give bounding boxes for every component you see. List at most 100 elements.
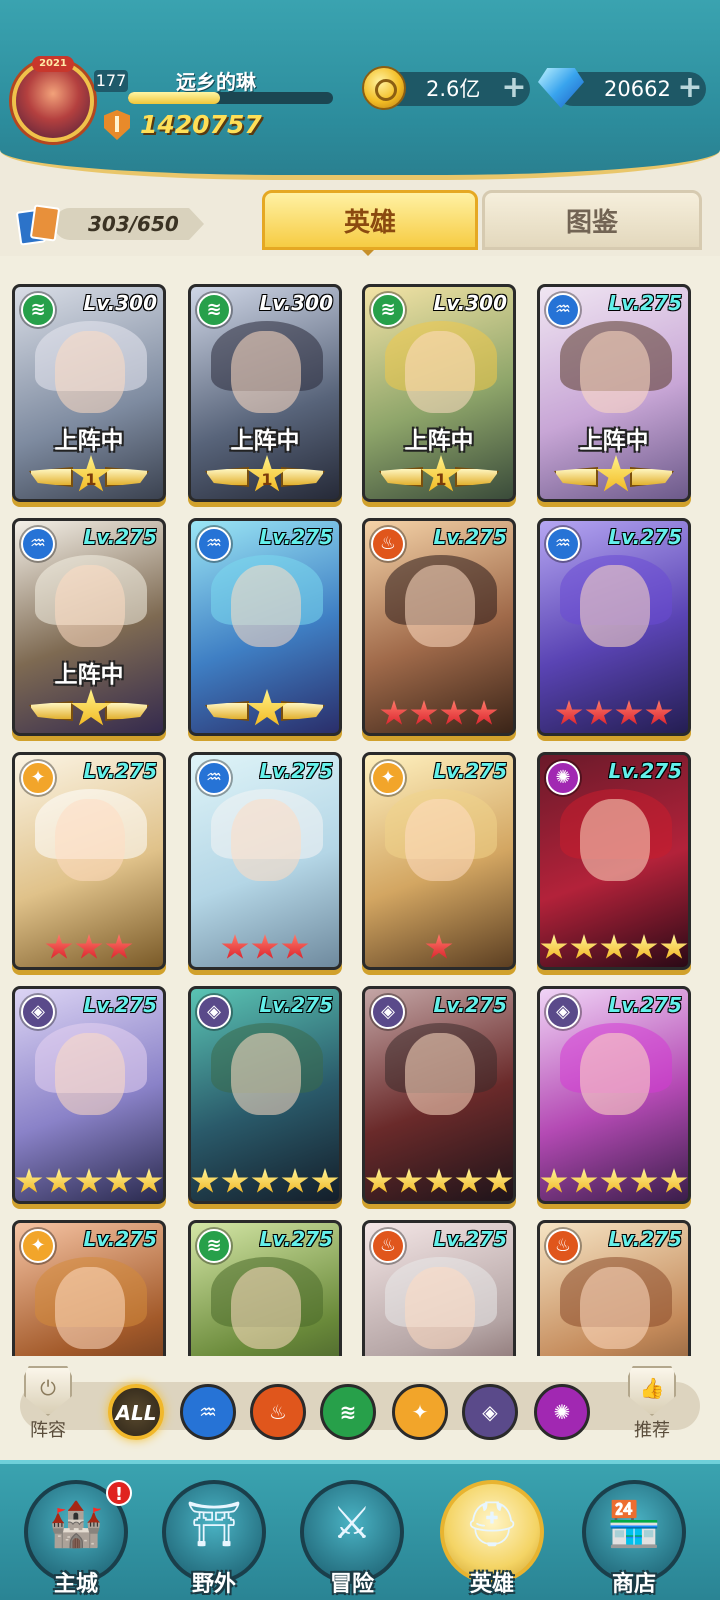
hero-card[interactable]: ◈ Lv.275 [188,986,342,1204]
hero-card[interactable]: ≋ Lv.275 [188,1220,342,1356]
nav-item[interactable]: ⛩ 野外 [152,1480,276,1600]
hero-portrait [580,331,650,413]
combat-power-value: 1420757 [140,110,262,139]
hero-card[interactable]: ♒ Lv.275 [188,518,342,736]
wing-icon [281,701,325,721]
hero-portrait [405,1267,475,1349]
hero-card[interactable]: ≋ Lv.300 上阵中 1 [188,284,342,502]
nav-label: 野外 [191,1572,236,1597]
filter-wind-button[interactable]: ≋ [320,1384,376,1440]
hero-card[interactable]: ♒ Lv.275 上阵中 [12,518,166,736]
hero-card[interactable]: ◈ Lv.275 [12,986,166,1204]
add-gems-button[interactable]: + [676,73,704,103]
nav-item[interactable]: ⚔ 冒险 [290,1480,414,1600]
star-icon [660,934,688,959]
hero-card[interactable]: ◈ Lv.275 [537,986,691,1204]
star-rating [365,934,513,961]
dark-element-icon: ◈ [21,995,55,1029]
star-icon [660,1168,688,1193]
star-icon [380,700,408,725]
hero-level: Lv.275 [608,291,683,315]
hero-portrait [405,565,475,647]
water-element-icon: ♒ [197,527,231,561]
hero-level: Lv.275 [259,1227,334,1251]
filter-void-button[interactable]: ✺ [534,1384,590,1440]
water-element-icon: ♒ [546,527,580,561]
filter-light-button[interactable]: ✦ [392,1384,448,1440]
nav-item[interactable]: ⛑ 英雄 [430,1480,554,1600]
exp-bar-fill [128,92,221,104]
hero-count-text: 303/650 [88,212,179,236]
shop-icon: 🏪 [606,1499,662,1550]
hero-card[interactable]: ♒ Lv.275 [188,752,342,970]
star-icon [645,700,673,725]
hero-portrait [580,1033,650,1115]
wing-icon [205,467,249,487]
player-avatar[interactable] [12,60,94,142]
star-icon [281,934,309,959]
hero-level: Lv.300 [433,291,508,315]
star-icon [281,1168,309,1193]
hero-card[interactable]: ♒ Lv.275 [537,518,691,736]
hero-card[interactable]: ✦ Lv.275 [12,752,166,970]
alert-badge: ! [106,1480,132,1506]
filter-all-button[interactable]: ALL [108,1384,164,1440]
hero-level: Lv.275 [608,525,683,549]
hero-portrait [55,565,125,647]
hero-card[interactable]: ≋ Lv.300 上阵中 1 [362,284,516,502]
filter-fire-button[interactable]: ♨ [250,1384,306,1440]
star-rank-number: 1 [435,470,447,489]
add-gold-button[interactable]: + [500,73,528,103]
helmet-icon: ⛑ [464,1499,520,1550]
nav-label: 冒险 [329,1572,374,1597]
recommend-button[interactable]: 👍 推荐 [618,1366,686,1441]
star-icon [440,700,468,725]
hero-portrait [231,331,301,413]
star-icon [45,934,73,959]
nav-item[interactable]: 🏪 商店 [572,1480,696,1600]
star-icon [45,1168,73,1193]
nav-item[interactable]: 🏰 主城! [14,1480,138,1600]
nav-label: 商店 [611,1572,656,1597]
hero-card[interactable]: ✦ Lv.275 [12,1220,166,1356]
wing-icon [554,467,598,487]
hero-level: Lv.275 [608,759,683,783]
star-rating [540,934,688,961]
star-rank-number: 1 [261,470,273,489]
dark-element-icon: ◈ [371,995,405,1029]
hero-card[interactable]: ♨ Lv.275 [362,518,516,736]
hero-level: Lv.275 [259,525,334,549]
star-rating [365,1168,513,1195]
star-icon [365,1168,393,1193]
star-icon [395,1168,423,1193]
tab-heroes[interactable]: 英雄 [262,190,478,250]
hero-portrait [55,331,125,413]
hero-level: Lv.275 [608,1227,683,1251]
lineup-button[interactable]: ⏻ 阵容 [14,1366,82,1441]
star-icon [410,700,438,725]
hero-card[interactable]: ♨ Lv.275 [537,1220,691,1356]
wind-element-icon: ≋ [197,293,231,327]
star-icon [425,934,453,959]
hero-card[interactable]: ◈ Lv.275 [362,986,516,1204]
hero-level: Lv.275 [433,993,508,1017]
hero-card[interactable]: ✺ Lv.275 [537,752,691,970]
star-icon [540,934,568,959]
hero-card[interactable]: ≋ Lv.300 上阵中 1 [12,284,166,502]
tab-codex[interactable]: 图鉴 [482,190,702,250]
nav-label: 主城 [53,1572,98,1597]
hero-card[interactable]: ✦ Lv.275 [362,752,516,970]
hero-card[interactable]: ♒ Lv.275 上阵中 [537,284,691,502]
player-name: 远乡的琳 [176,70,256,94]
player-level: 177 [94,70,128,92]
hero-level: Lv.275 [83,1227,158,1251]
wing-icon [630,467,674,487]
filter-water-button[interactable]: ♒ [180,1384,236,1440]
hero-level: Lv.275 [83,993,158,1017]
star-rating [540,1168,688,1195]
avatar-year-badge: 2021 [32,56,74,72]
wind-element-icon: ≋ [371,293,405,327]
hero-level: Lv.275 [608,993,683,1017]
hero-card[interactable]: ♨ Lv.275 [362,1220,516,1356]
filter-dark-button[interactable]: ◈ [462,1384,518,1440]
